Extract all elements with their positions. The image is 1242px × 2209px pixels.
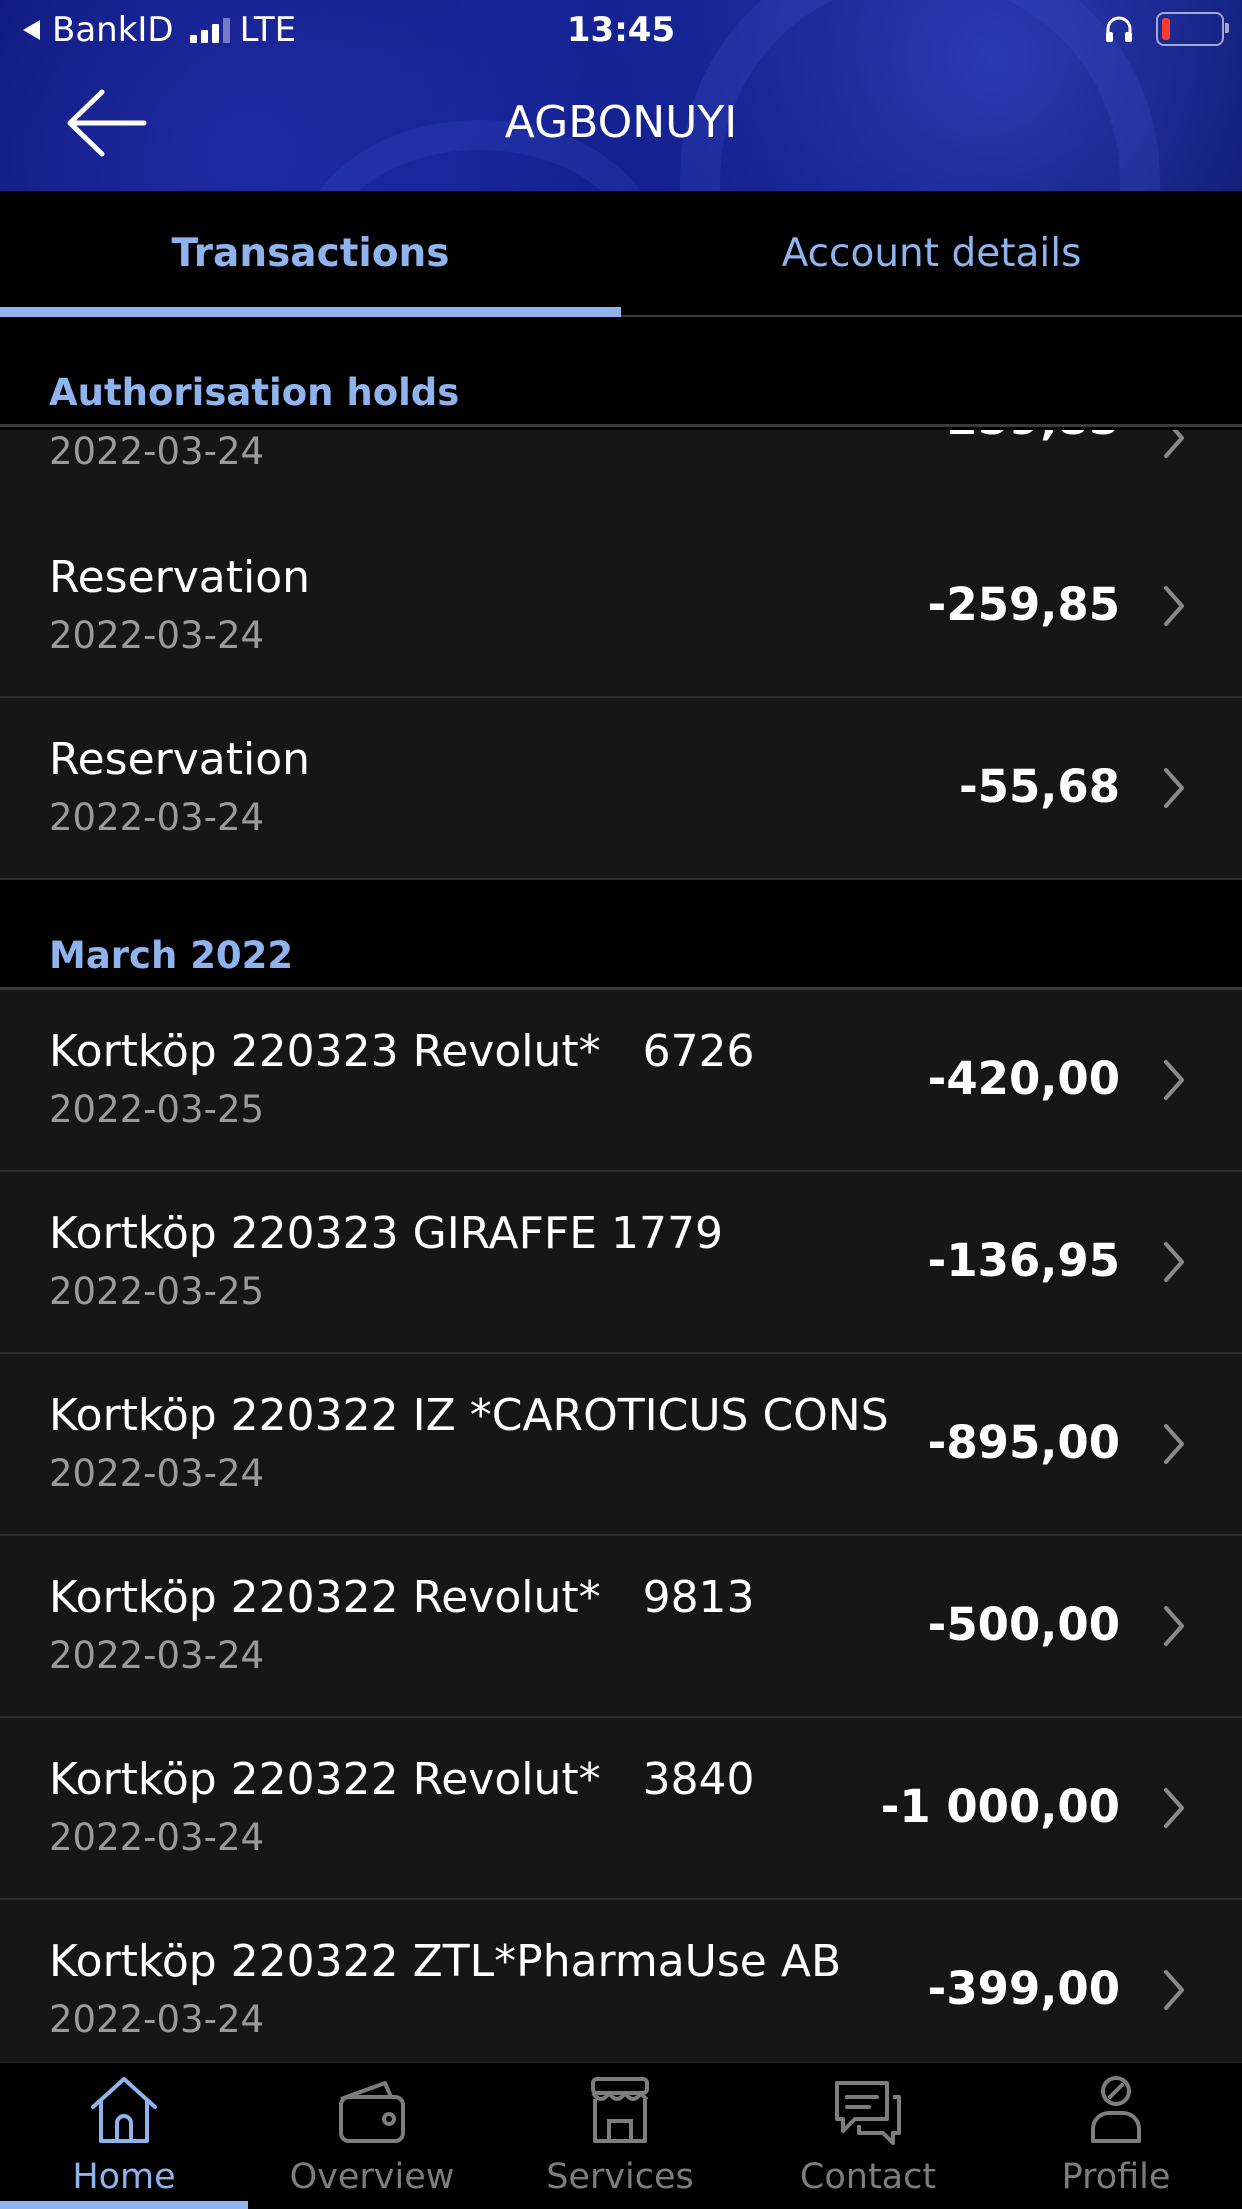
transaction-amount: -259,85 <box>928 430 1120 445</box>
status-bar: BankID LTE 13:45 <box>0 0 1242 62</box>
transaction-row[interactable]: Kortköp 220323 Revolut* 6726 2022-03-25 … <box>0 990 1242 1172</box>
chevron-right-icon <box>1164 1242 1184 1282</box>
transaction-row[interactable]: Kortköp 220322 Revolut* 3840 2022-03-24 … <box>0 1718 1242 1900</box>
transaction-date: 2022-03-25 <box>49 1088 265 1131</box>
nav-services[interactable]: Services <box>496 2063 744 2209</box>
tab-transactions[interactable]: Transactions <box>0 191 621 315</box>
app-header: BankID LTE 13:45 AGBONUYI <box>0 0 1242 191</box>
transaction-name: Reservation <box>49 552 311 603</box>
nav-label: Home <box>72 2157 176 2197</box>
transaction-name: Reservation <box>49 734 311 785</box>
transaction-name: Kortköp 220323 Revolut* 6726 <box>49 1026 755 1077</box>
chevron-right-icon <box>1164 1424 1184 1464</box>
nav-label: Contact <box>799 2157 937 2197</box>
transaction-amount: -1 000,00 <box>880 1780 1120 1833</box>
bottom-navigation: Home Overview Services Contact Profile <box>0 2062 1242 2209</box>
tab-bar: Transactions Account details <box>0 191 1242 317</box>
chevron-right-icon <box>1164 586 1184 626</box>
transaction-name: Kortköp 220322 IZ *CAROTICUS CONS <box>49 1390 889 1441</box>
transaction-date: 2022-03-24 <box>49 614 265 657</box>
chevron-right-icon <box>1164 430 1184 458</box>
chevron-right-icon <box>1164 1970 1184 2010</box>
nav-label: Overview <box>289 2157 455 2197</box>
person-icon <box>1091 2076 1141 2143</box>
tab-account-details[interactable]: Account details <box>621 191 1242 315</box>
transaction-row[interactable]: Reservation 2022-03-24 -259,85 <box>0 516 1242 698</box>
active-tab-indicator <box>0 307 621 317</box>
transaction-row[interactable]: Kortköp 220322 Revolut* 9813 2022-03-24 … <box>0 1536 1242 1718</box>
nav-contact[interactable]: Contact <box>744 2063 992 2209</box>
transaction-amount: -136,95 <box>927 1234 1120 1287</box>
transaction-date: 2022-03-24 <box>49 1634 265 1677</box>
transaction-date: 2022-03-25 <box>49 1270 265 1313</box>
transaction-amount: -420,00 <box>927 1052 1120 1105</box>
transaction-date: 2022-03-24 <box>49 1816 265 1859</box>
chevron-right-icon <box>1164 768 1184 808</box>
status-time: 13:45 <box>566 10 676 50</box>
transaction-date: 2022-03-24 <box>49 796 265 839</box>
chevron-right-icon <box>1164 1606 1184 1646</box>
store-icon <box>591 2077 649 2143</box>
transaction-name: Kortköp 220323 GIRAFFE 1779 <box>49 1208 723 1259</box>
section-header-march-2022: March 2022 <box>0 880 1242 990</box>
nav-overview[interactable]: Overview <box>248 2063 496 2209</box>
transaction-name: Kortköp 220322 Revolut* 3840 <box>49 1754 755 1805</box>
transaction-date: 2022-03-24 <box>49 1998 265 2041</box>
transaction-date: 2022-03-24 <box>49 1452 265 1495</box>
section-title: March 2022 <box>49 934 294 977</box>
status-right <box>1104 12 1229 46</box>
page-title: AGBONUYI <box>504 97 738 148</box>
transaction-amount: -55,68 <box>958 760 1120 813</box>
transaction-row[interactable]: Kortköp 220323 GIRAFFE 1779 2022-03-25 -… <box>0 1172 1242 1354</box>
transaction-row[interactable]: -259,85 2022-03-24 <box>0 430 1242 518</box>
chevron-right-icon <box>1164 1788 1184 1828</box>
transaction-amount: -895,00 <box>927 1416 1120 1469</box>
headphones-icon <box>1106 16 1132 42</box>
transaction-name: Kortköp 220322 ZTL*PharmaUse AB <box>49 1936 842 1987</box>
section-header-authorisation-holds: Authorisation holds <box>0 319 1242 427</box>
nav-label: Services <box>546 2157 694 2197</box>
section-title: Authorisation holds <box>49 371 460 414</box>
nav-home[interactable]: Home <box>0 2063 248 2209</box>
transaction-amount: -399,00 <box>927 1962 1120 2015</box>
battery-icon <box>1156 12 1229 46</box>
wallet-icon <box>339 2081 405 2143</box>
chat-icon <box>835 2081 901 2145</box>
transaction-row[interactable]: Kortköp 220322 ZTL*PharmaUse AB 2022-03-… <box>0 1900 1242 2082</box>
nav-label: Profile <box>1061 2157 1171 2197</box>
transaction-amount: -500,00 <box>927 1598 1120 1651</box>
transaction-row[interactable]: Kortköp 220322 IZ *CAROTICUS CONS 2022-0… <box>0 1354 1242 1536</box>
transaction-name: Kortköp 220322 Revolut* 9813 <box>49 1572 755 1623</box>
transaction-amount: -259,85 <box>927 578 1120 631</box>
home-icon <box>91 2077 157 2143</box>
transaction-date: 2022-03-24 <box>49 430 265 473</box>
transaction-row[interactable]: Reservation 2022-03-24 -55,68 <box>0 698 1242 880</box>
chevron-right-icon <box>1164 1060 1184 1100</box>
nav-profile[interactable]: Profile <box>992 2063 1240 2209</box>
